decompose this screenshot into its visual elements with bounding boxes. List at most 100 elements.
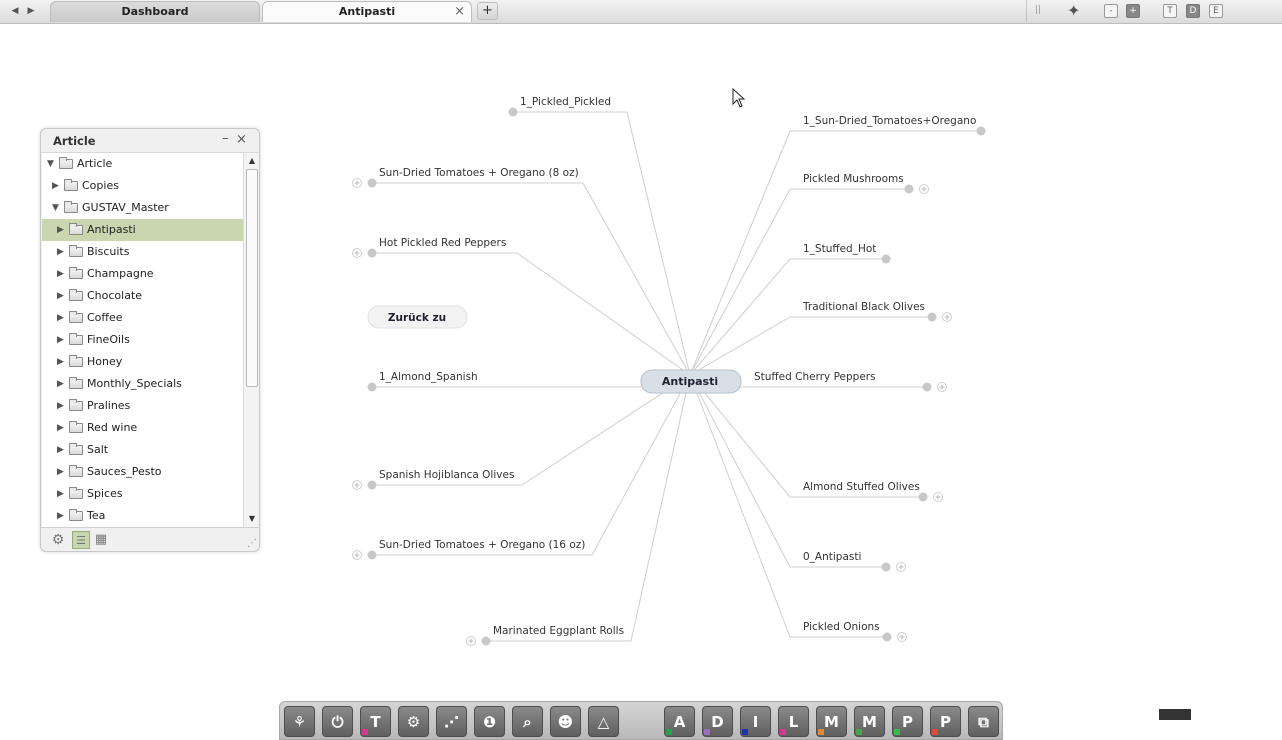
expand-arrow-icon[interactable]: ▶ [57,285,64,307]
tree-icon[interactable]: ⚘ [284,706,315,737]
node-dot[interactable] [367,382,377,392]
center-node[interactable]: Antipasti [640,369,742,394]
minimize-icon[interactable]: – [222,131,229,146]
mind-map-node[interactable]: Stuffed Cherry Peppers [741,371,947,392]
mind-map-node[interactable]: 1_Almond_Spanish [367,371,641,392]
compass-icon[interactable]: ✦ [1067,1,1080,20]
scroll-down-icon[interactable]: ▼ [245,512,259,526]
expand-arrow-icon[interactable]: ▶ [57,307,64,329]
expand-arrow-icon[interactable]: ▶ [57,263,64,285]
expand-plus-icon[interactable] [897,632,907,642]
node-dot[interactable] [976,126,986,136]
expand-arrow-icon[interactable]: ▶ [57,329,64,351]
tree-item[interactable]: ▶ Sauces_Pesto [42,461,243,483]
expand-plus-icon[interactable] [352,178,362,188]
search-icon[interactable]: ⌕ [512,706,543,737]
cubes-icon[interactable]: ⧉ [968,706,999,737]
expand-plus-icon[interactable] [919,184,929,194]
expand-plus-icon[interactable] [937,382,947,392]
collapse-arrow-icon[interactable]: ▼ [52,197,59,219]
tree-item[interactable]: ▼ GUSTAV_Master [42,197,243,219]
grip-icon[interactable]: || [1035,5,1041,15]
module-i-button[interactable]: I [740,706,771,737]
share-icon[interactable]: ⋰ [436,706,467,737]
module-p-button[interactable]: P [930,706,961,737]
mind-map-node[interactable]: 1_Pickled_Pickled [508,96,628,117]
node-dot[interactable] [508,107,518,117]
node-dot[interactable] [927,312,937,322]
node-dot[interactable] [367,480,377,490]
back-node[interactable]: Zurück zu [367,305,468,329]
mind-map-node[interactable]: Traditional Black Olives [790,301,952,322]
expand-plus-icon[interactable] [896,562,906,572]
resize-grip-icon[interactable]: ⋰ [247,538,257,549]
view-t-button[interactable]: T [1163,4,1177,18]
tree-item[interactable]: ▶ Monthly_Specials [42,373,243,395]
node-dot[interactable] [481,636,491,646]
mind-map-node[interactable]: 1_Sun-Dried_Tomatoes+Oregano [790,115,986,136]
tree-item[interactable]: ▶ Coffee [42,307,243,329]
tree-item[interactable]: ▶ Spices [42,483,243,505]
tree-item[interactable]: ▶ Pralines [42,395,243,417]
expand-arrow-icon[interactable]: ▶ [57,505,64,527]
expand-arrow-icon[interactable]: ▶ [57,373,64,395]
expand-arrow-icon[interactable]: ▶ [57,351,64,373]
tree-item[interactable]: ▼ Article [42,153,243,175]
expand-arrow-icon[interactable]: ▶ [57,439,64,461]
node-dot[interactable] [882,632,892,642]
expand-plus-icon[interactable] [466,636,476,646]
tab-antipasti[interactable]: Antipasti × [262,1,472,22]
tab-dashboard[interactable]: Dashboard [50,1,260,22]
expand-arrow-icon[interactable]: ▶ [57,241,64,263]
mind-map-node[interactable]: Sun-Dried Tomatoes + Oregano (8 oz) [352,167,584,188]
power-icon[interactable]: ⏻ [322,706,353,737]
mind-map-node[interactable]: Sun-Dried Tomatoes + Oregano (16 oz) [352,539,593,560]
expand-plus-icon[interactable] [933,492,943,502]
module-a-button[interactable]: A [664,706,695,737]
mind-map-node[interactable]: 0_Antipasti [790,551,906,572]
nav-back-icon[interactable]: ◀ [8,4,22,18]
expand-arrow-icon[interactable]: ▶ [57,461,64,483]
node-dot[interactable] [367,178,377,188]
settings-gear-icon[interactable]: ⚙ [49,531,67,549]
expand-plus-icon[interactable] [352,550,362,560]
network-icon[interactable]: △ [588,706,619,737]
mind-map-node[interactable]: Almond Stuffed Olives [790,481,943,502]
scroll-up-icon[interactable]: ▲ [245,154,259,168]
zoom-in-button[interactable]: + [1126,4,1140,18]
expand-arrow-icon[interactable]: ▶ [57,417,64,439]
table-view-icon[interactable]: ▦ [92,531,110,549]
tree-item[interactable]: ▶ FineOils [42,329,243,351]
node-dot[interactable] [881,562,891,572]
tree-scrollbar[interactable]: ▲ ▼ [243,153,259,527]
tree-item[interactable]: ▶ Champagne [42,263,243,285]
mind-map-node[interactable]: Marinated Eggplant Rolls [466,625,632,646]
module-m-button[interactable]: M [854,706,885,737]
close-tab-icon[interactable]: × [454,2,465,22]
tree-item[interactable]: ▶ Red wine [42,417,243,439]
module-p-button[interactable]: P [892,706,923,737]
module-m-button[interactable]: M [816,706,847,737]
expand-plus-icon[interactable] [352,248,362,258]
mind-map-node[interactable]: Pickled Onions [790,621,907,642]
mind-map-node[interactable]: Hot Pickled Red Peppers [352,237,518,258]
collapse-arrow-icon[interactable]: ▼ [47,153,54,175]
close-panel-icon[interactable]: × [236,132,247,147]
expand-arrow-icon[interactable]: ▶ [57,483,64,505]
tree-item[interactable]: ▶ Honey [42,351,243,373]
mind-map-node[interactable]: Spanish Hojiblanca Olives [352,469,523,490]
module-d-button[interactable]: D [702,706,733,737]
view-d-button[interactable]: D [1186,4,1200,18]
users-icon[interactable]: ☻ [550,706,581,737]
node-dot[interactable] [904,184,914,194]
tree-item[interactable]: ▶ Copies [42,175,243,197]
expand-arrow-icon[interactable]: ▶ [57,395,64,417]
node-dot[interactable] [367,550,377,560]
expand-arrow-icon[interactable]: ▶ [57,219,64,241]
node-dot[interactable] [881,254,891,264]
node-dot[interactable] [367,248,377,258]
tree-item[interactable]: ▶ Tea [42,505,243,527]
tree-item[interactable]: ▶ Biscuits [42,241,243,263]
expand-plus-icon[interactable] [942,312,952,322]
tree-item[interactable]: ▶ Chocolate [42,285,243,307]
